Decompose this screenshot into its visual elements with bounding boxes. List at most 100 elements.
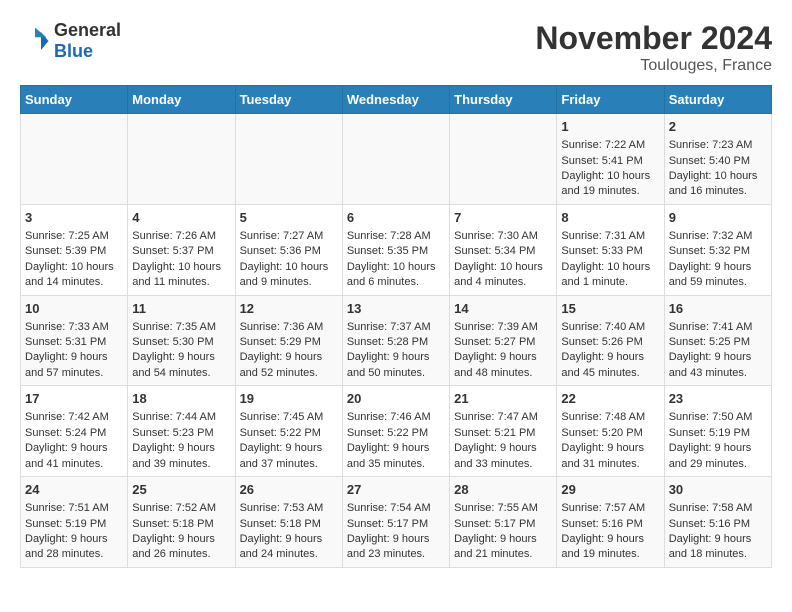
- day-info-21: Sunrise: 7:47 AM Sunset: 5:21 PM Dayligh…: [454, 410, 552, 472]
- calendar-header: Sunday Monday Tuesday Wednesday Thursday…: [21, 86, 772, 114]
- week-row-4: 17 Sunrise: 7:42 AM Sunset: 5:24 PM Dayli…: [21, 386, 772, 477]
- day-cell-4-6: 22Sunrise: 7:48 AM Sunset: 5:20 PM Dayli…: [557, 386, 664, 477]
- day-info-11: Sunrise: 7:35 AM Sunset: 5:30 PM Dayligh…: [132, 320, 230, 382]
- day-cell-5-3: 26 Sunrise: 7:53 AM Sunset: 5:18 PM Dayli…: [235, 477, 342, 568]
- day-number-8: 8: [561, 209, 659, 227]
- calendar-table: Sunday Monday Tuesday Wednesday Thursday…: [20, 85, 772, 568]
- day-cell-1-4: [342, 114, 449, 205]
- day-info-29: Sunrise: 7:57 AM Sunset: 5:16 PM Dayligh…: [561, 501, 659, 563]
- header-wednesday: Wednesday: [342, 86, 449, 114]
- day-number-20: 20: [347, 390, 445, 408]
- day-info-30: Sunrise: 7:58 AM Sunset: 5:16 PM Dayligh…: [669, 501, 767, 563]
- day-cell-5-1: 24 Sunrise: 7:51 AM Sunset: 5:19 PM Dayli…: [21, 477, 128, 568]
- day-number-11: 11: [132, 300, 230, 318]
- day-number-5: 5: [240, 209, 338, 227]
- header-thursday: Thursday: [450, 86, 557, 114]
- day-cell-4-5: 21 Sunrise: 7:47 AM Sunset: 5:21 PM Dayli…: [450, 386, 557, 477]
- header-sunday: Sunday: [21, 86, 128, 114]
- day-number-12: 12: [240, 300, 338, 318]
- day-cell-3-7: 16 Sunrise: 7:41 AM Sunset: 5:25 PM Dayli…: [664, 295, 771, 386]
- title-block: November 2024 Toulouges, France: [535, 20, 772, 75]
- day-info-2: Sunrise: 7:23 AM Sunset: 5:40 PM Dayligh…: [669, 138, 767, 200]
- day-cell-3-1: 10 Sunrise: 7:33 AM Sunset: 5:31 PM Dayli…: [21, 295, 128, 386]
- day-cell-4-1: 17 Sunrise: 7:42 AM Sunset: 5:24 PM Dayli…: [21, 386, 128, 477]
- day-number-26: 26: [240, 481, 338, 499]
- day-cell-5-5: 28Sunrise: 7:55 AM Sunset: 5:17 PM Dayli…: [450, 477, 557, 568]
- day-cell-1-5: [450, 114, 557, 205]
- header-monday: Monday: [128, 86, 235, 114]
- day-cell-1-2: [128, 114, 235, 205]
- header-friday: Friday: [557, 86, 664, 114]
- day-number-19: 19: [240, 390, 338, 408]
- day-info-15: Sunrise: 7:40 AM Sunset: 5:26 PM Dayligh…: [561, 320, 659, 382]
- day-number-7: 7: [454, 209, 552, 227]
- day-number-1: 1: [561, 118, 659, 136]
- day-info-18: Sunrise: 7:44 AM Sunset: 5:23 PM Dayligh…: [132, 410, 230, 472]
- day-number-10: 10: [25, 300, 123, 318]
- day-number-22: 22: [561, 390, 659, 408]
- day-cell-5-4: 27Sunrise: 7:54 AM Sunset: 5:17 PM Dayli…: [342, 477, 449, 568]
- day-cell-5-2: 25 Sunrise: 7:52 AM Sunset: 5:18 PM Dayli…: [128, 477, 235, 568]
- day-info-13: Sunrise: 7:37 AM Sunset: 5:28 PM Dayligh…: [347, 320, 445, 382]
- day-cell-3-2: 11 Sunrise: 7:35 AM Sunset: 5:30 PM Dayli…: [128, 295, 235, 386]
- day-cell-4-4: 20 Sunrise: 7:46 AM Sunset: 5:22 PM Dayli…: [342, 386, 449, 477]
- day-number-9: 9: [669, 209, 767, 227]
- day-number-23: 23: [669, 390, 767, 408]
- month-title: November 2024: [535, 20, 772, 57]
- day-info-24: Sunrise: 7:51 AM Sunset: 5:19 PM Dayligh…: [25, 501, 123, 563]
- day-number-16: 16: [669, 300, 767, 318]
- day-cell-4-2: 18 Sunrise: 7:44 AM Sunset: 5:23 PM Dayli…: [128, 386, 235, 477]
- header-row: Sunday Monday Tuesday Wednesday Thursday…: [21, 86, 772, 114]
- logo-icon: [20, 26, 50, 56]
- day-info-20: Sunrise: 7:46 AM Sunset: 5:22 PM Dayligh…: [347, 410, 445, 472]
- day-info-6: Sunrise: 7:28 AM Sunset: 5:35 PM Dayligh…: [347, 229, 445, 291]
- day-cell-5-7: 30 Sunrise: 7:58 AM Sunset: 5:16 PM Dayli…: [664, 477, 771, 568]
- location: Toulouges, France: [535, 57, 772, 75]
- day-cell-5-6: 29 Sunrise: 7:57 AM Sunset: 5:16 PM Dayli…: [557, 477, 664, 568]
- day-number-25: 25: [132, 481, 230, 499]
- calendar-body: 1Sunrise: 7:22 AM Sunset: 5:41 PM Daylig…: [21, 114, 772, 568]
- day-info-3: Sunrise: 7:25 AM Sunset: 5:39 PM Dayligh…: [25, 229, 123, 291]
- week-row-2: 3 Sunrise: 7:25 AM Sunset: 5:39 PM Daylig…: [21, 204, 772, 295]
- week-row-5: 24 Sunrise: 7:51 AM Sunset: 5:19 PM Dayli…: [21, 477, 772, 568]
- day-number-30: 30: [669, 481, 767, 499]
- day-info-9: Sunrise: 7:32 AM Sunset: 5:32 PM Dayligh…: [669, 229, 767, 291]
- day-number-3: 3: [25, 209, 123, 227]
- day-info-27: Sunrise: 7:54 AM Sunset: 5:17 PM Dayligh…: [347, 501, 445, 563]
- page-header: General Blue November 2024 Toulouges, Fr…: [20, 20, 772, 75]
- day-info-23: Sunrise: 7:50 AM Sunset: 5:19 PM Dayligh…: [669, 410, 767, 472]
- day-info-12: Sunrise: 7:36 AM Sunset: 5:29 PM Dayligh…: [240, 320, 338, 382]
- day-info-7: Sunrise: 7:30 AM Sunset: 5:34 PM Dayligh…: [454, 229, 552, 291]
- day-info-10: Sunrise: 7:33 AM Sunset: 5:31 PM Dayligh…: [25, 320, 123, 382]
- day-cell-1-7: 2 Sunrise: 7:23 AM Sunset: 5:40 PM Daylig…: [664, 114, 771, 205]
- day-cell-4-7: 23 Sunrise: 7:50 AM Sunset: 5:19 PM Dayli…: [664, 386, 771, 477]
- day-cell-1-3: [235, 114, 342, 205]
- day-cell-2-2: 4 Sunrise: 7:26 AM Sunset: 5:37 PM Daylig…: [128, 204, 235, 295]
- logo: General Blue: [20, 20, 121, 62]
- day-info-14: Sunrise: 7:39 AM Sunset: 5:27 PM Dayligh…: [454, 320, 552, 382]
- week-row-1: 1Sunrise: 7:22 AM Sunset: 5:41 PM Daylig…: [21, 114, 772, 205]
- day-cell-3-6: 15 Sunrise: 7:40 AM Sunset: 5:26 PM Dayli…: [557, 295, 664, 386]
- day-number-29: 29: [561, 481, 659, 499]
- day-info-26: Sunrise: 7:53 AM Sunset: 5:18 PM Dayligh…: [240, 501, 338, 563]
- day-cell-2-5: 7 Sunrise: 7:30 AM Sunset: 5:34 PM Daylig…: [450, 204, 557, 295]
- day-cell-2-4: 6 Sunrise: 7:28 AM Sunset: 5:35 PM Daylig…: [342, 204, 449, 295]
- day-number-18: 18: [132, 390, 230, 408]
- day-cell-3-5: 14Sunrise: 7:39 AM Sunset: 5:27 PM Dayli…: [450, 295, 557, 386]
- day-number-2: 2: [669, 118, 767, 136]
- day-number-6: 6: [347, 209, 445, 227]
- day-info-17: Sunrise: 7:42 AM Sunset: 5:24 PM Dayligh…: [25, 410, 123, 472]
- day-number-4: 4: [132, 209, 230, 227]
- day-cell-3-3: 12 Sunrise: 7:36 AM Sunset: 5:29 PM Dayli…: [235, 295, 342, 386]
- day-cell-4-3: 19Sunrise: 7:45 AM Sunset: 5:22 PM Dayli…: [235, 386, 342, 477]
- day-number-17: 17: [25, 390, 123, 408]
- day-info-16: Sunrise: 7:41 AM Sunset: 5:25 PM Dayligh…: [669, 320, 767, 382]
- day-number-24: 24: [25, 481, 123, 499]
- day-number-15: 15: [561, 300, 659, 318]
- day-info-4: Sunrise: 7:26 AM Sunset: 5:37 PM Dayligh…: [132, 229, 230, 291]
- day-cell-1-1: [21, 114, 128, 205]
- day-cell-2-6: 8Sunrise: 7:31 AM Sunset: 5:33 PM Daylig…: [557, 204, 664, 295]
- day-info-25: Sunrise: 7:52 AM Sunset: 5:18 PM Dayligh…: [132, 501, 230, 563]
- logo-general-text: General: [54, 20, 121, 41]
- day-number-21: 21: [454, 390, 552, 408]
